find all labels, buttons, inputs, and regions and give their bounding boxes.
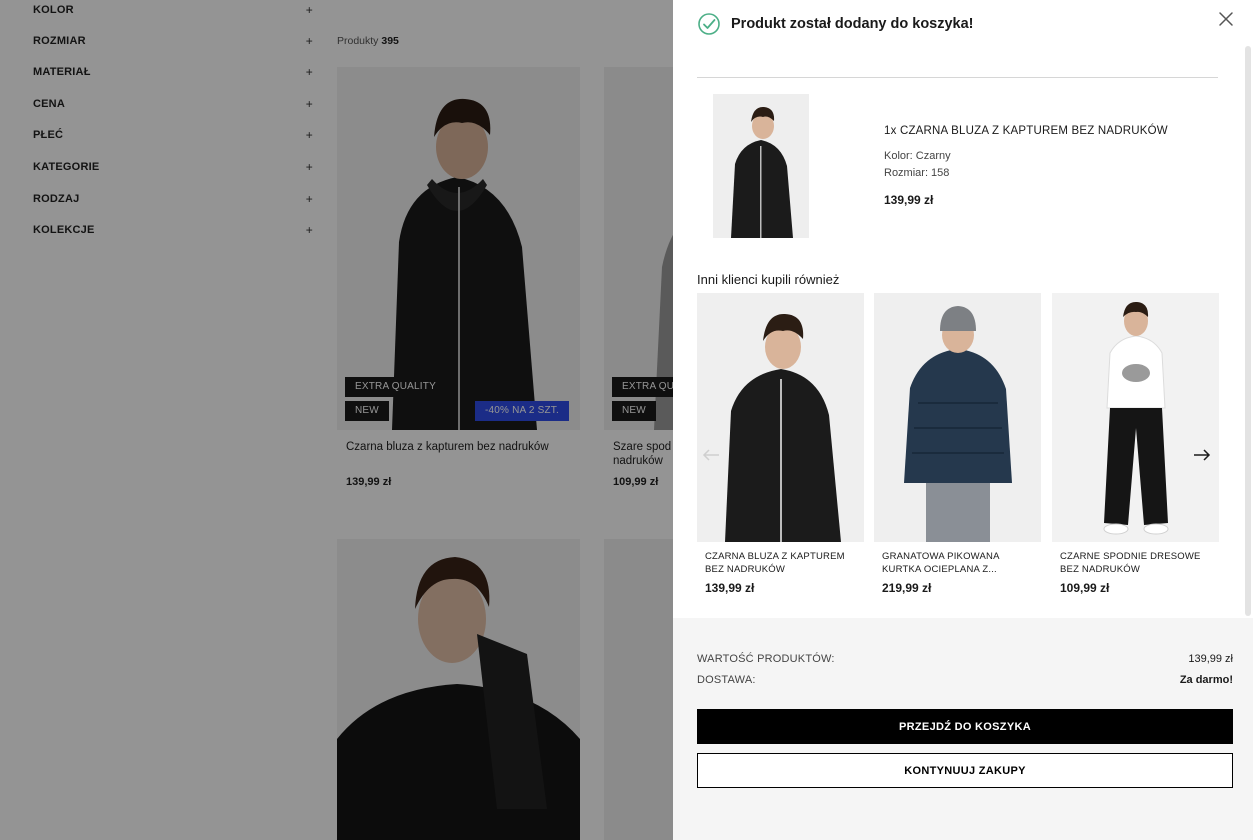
recommendation-photo[interactable] <box>1052 293 1219 542</box>
arrow-left-icon[interactable] <box>701 447 721 463</box>
arrow-right-icon[interactable] <box>1192 447 1212 463</box>
added-product-price: 139,99 zł <box>884 193 934 207</box>
continue-shopping-button[interactable]: KONTYNUUJ ZAKUPY <box>697 753 1233 788</box>
delivery-value: Za darmo! <box>1179 674 1233 686</box>
added-product-image <box>713 94 809 238</box>
recommendation-photo[interactable] <box>697 293 864 542</box>
recommendation-name[interactable]: CZARNE SPODNIE DRESOWE BEZ NADRUKÓW <box>1060 550 1215 576</box>
go-to-cart-button[interactable]: PRZEJDŹ DO KOSZYKA <box>697 709 1233 744</box>
added-to-cart-drawer: Produkt został dodany do koszyka! 1x CZA… <box>673 0 1253 840</box>
recommendation-image <box>1052 293 1219 542</box>
recommendations-title: Inni klienci kupili również <box>697 272 840 287</box>
recommendation-price: 219,99 zł <box>882 581 932 595</box>
recommendation-price: 109,99 zł <box>1060 581 1110 595</box>
products-total-label: WARTOŚĆ PRODUKTÓW: <box>697 653 835 665</box>
delivery-label: DOSTAWA: <box>697 674 756 686</box>
carousel-prev-button[interactable] <box>701 447 721 463</box>
recommendation-price: 139,99 zł <box>705 581 755 595</box>
cart-summary: WARTOŚĆ PRODUKTÓW: 139,99 zł DOSTAWA: Za… <box>673 618 1253 840</box>
recommendation-image <box>697 293 864 542</box>
recommendation-image <box>874 293 1041 542</box>
added-product-color: Kolor: Czarny <box>884 150 951 162</box>
drawer-header: Produkt został dodany do koszyka! <box>697 12 974 36</box>
added-product-name: 1x CZARNA BLUZA Z KAPTUREM BEZ NADRUKÓW <box>884 125 1168 137</box>
close-icon[interactable] <box>1217 10 1235 28</box>
scrollbar[interactable] <box>1245 46 1251 616</box>
products-total-value: 139,99 zł <box>1188 653 1233 665</box>
recommendation-name[interactable]: CZARNA BLUZA Z KAPTUREM BEZ NADRUKÓW <box>705 550 860 576</box>
check-circle-icon <box>697 12 721 36</box>
added-product-photo <box>713 94 809 238</box>
added-product-size: Rozmiar: 158 <box>884 167 950 179</box>
divider <box>697 77 1218 78</box>
close-button[interactable] <box>1217 10 1235 28</box>
recommendation-photo[interactable] <box>874 293 1041 542</box>
recommendation-name[interactable]: GRANATOWA PIKOWANA KURTKA OCIEPLANA Z... <box>882 550 1037 576</box>
drawer-title: Produkt został dodany do koszyka! <box>731 16 974 32</box>
carousel-next-button[interactable] <box>1192 447 1212 463</box>
